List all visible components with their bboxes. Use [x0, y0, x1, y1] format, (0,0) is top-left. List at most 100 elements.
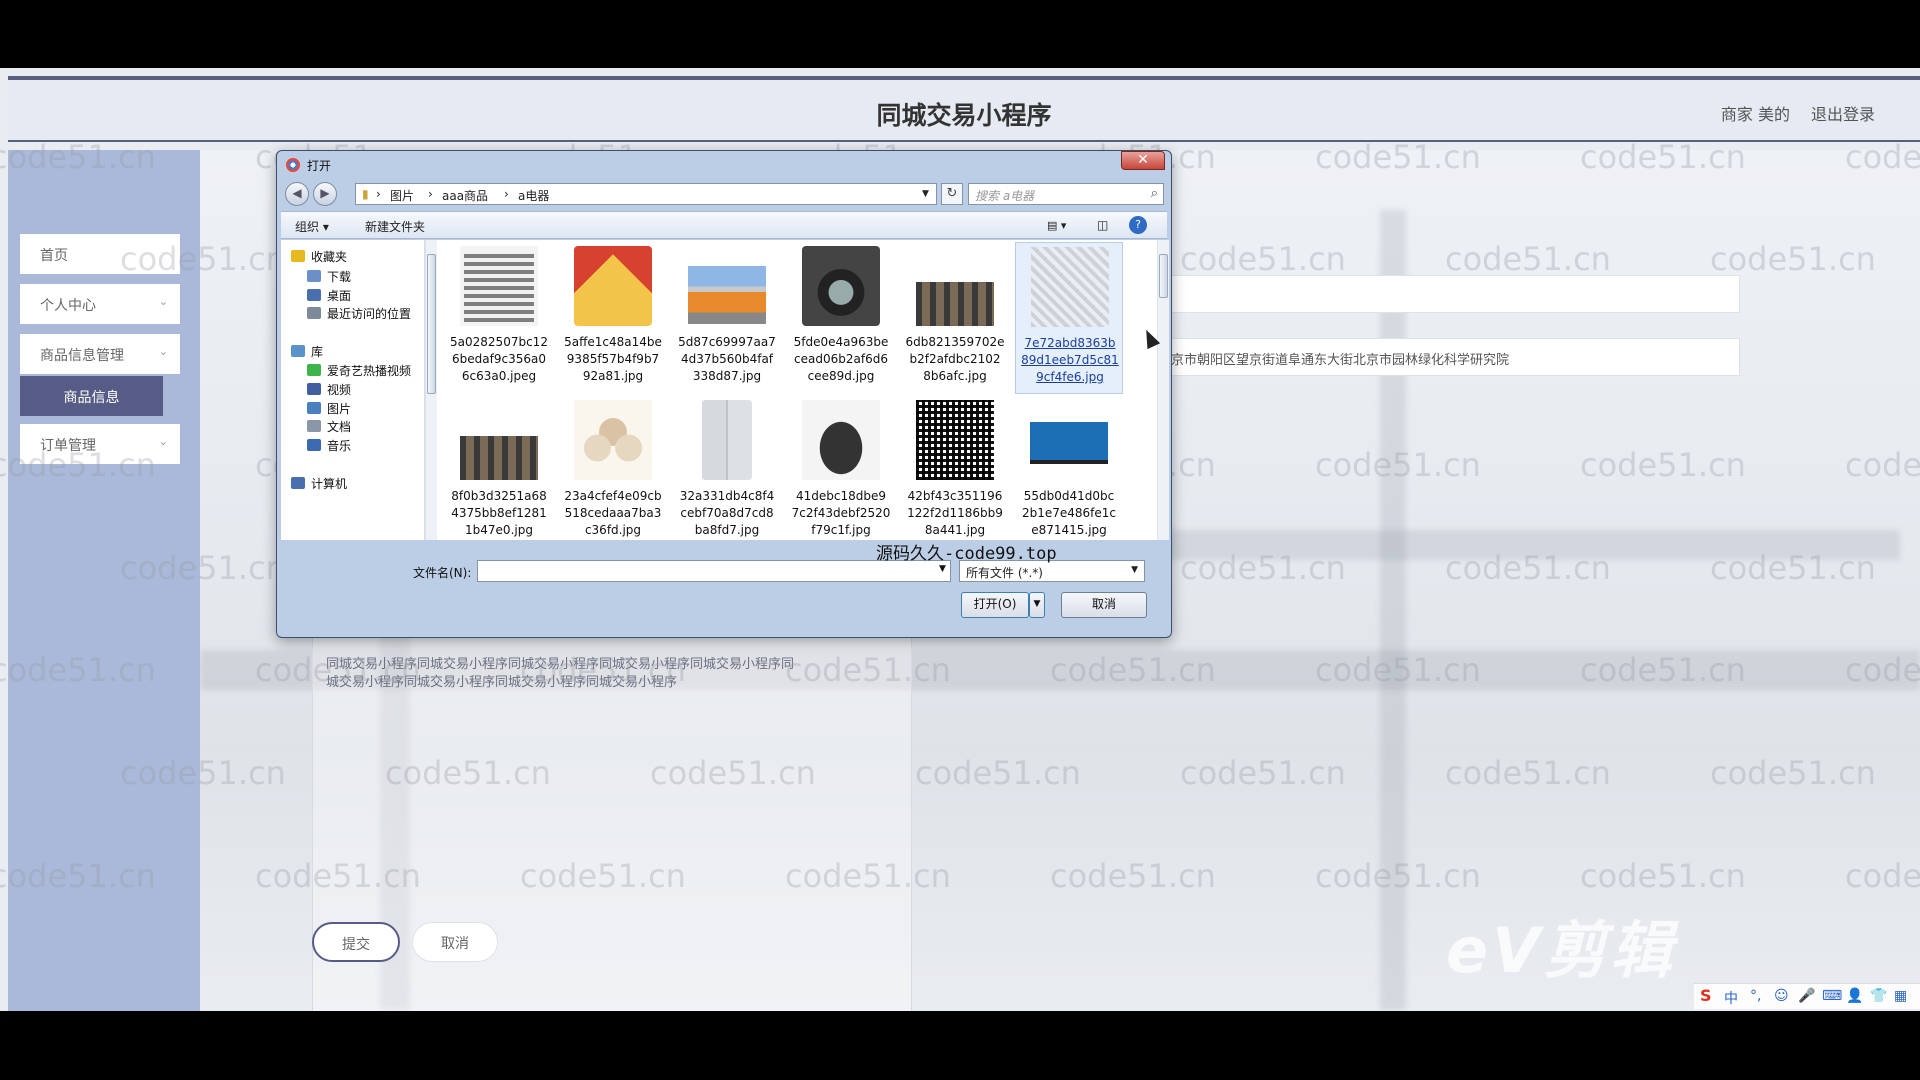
skin-icon[interactable]: 👕	[1870, 988, 1887, 1004]
toolbox-icon[interactable]: ▦	[1894, 988, 1907, 1004]
sidebar-item-label: 商品信息管理	[40, 348, 124, 364]
file-thumbnail	[688, 266, 766, 324]
navigation-scrollbar[interactable]	[425, 240, 437, 540]
file-item[interactable]: 32a331db4c8f4 cebf70a8d7cd8 ba8fd7.jpg	[673, 396, 781, 540]
address-field[interactable]: 京市朝阳区望京街道阜通东大街北京市园林绿化科学研究院	[1160, 338, 1740, 376]
search-input[interactable]: 搜索 a电器 ⌕	[968, 183, 1164, 205]
file-name-line: 6c63a0.jpeg	[461, 369, 537, 383]
merchant-user-label[interactable]: 商家 美的	[1721, 101, 1790, 125]
dialog-title: 打开	[307, 159, 332, 173]
file-item[interactable]: 6db821359702e b2f2afdbc2102 8b6afc.jpg	[901, 242, 1009, 394]
file-name-line: 6bedaf9c356a0	[452, 352, 546, 366]
nav-tree-item[interactable]: 收藏夹	[311, 248, 347, 265]
cancel-button[interactable]: 取消	[412, 922, 498, 962]
microphone-icon[interactable]: 🎤	[1798, 988, 1815, 1004]
file-name-line: 42bf43c351196	[907, 489, 1003, 503]
file-name: 42bf43c351196 122f2d1186bb9 8a441.jpg	[901, 488, 1009, 539]
help-icon[interactable]: ?	[1129, 216, 1147, 234]
file-item[interactable]: 5a0282507bc12 6bedaf9c356a0 6c63a0.jpeg	[445, 242, 553, 394]
sidebar-item-product-management[interactable]: 商品信息管理 ⌄	[20, 334, 180, 374]
file-item[interactable]: 41debc18dbe9 7c2f43debf2520 f79c1f.jpg	[787, 396, 895, 540]
sidebar-item-order-management[interactable]: 订单管理 ⌄	[20, 424, 180, 464]
back-button[interactable]: ◀	[285, 182, 309, 206]
sidebar-item-label: 个人中心	[40, 298, 96, 314]
form-text-field[interactable]	[1160, 275, 1740, 313]
file-thumbnail	[460, 436, 538, 480]
address-dropdown-icon[interactable]: ▼	[922, 189, 929, 199]
file-name: 55db0d41d0bc 2b1e7e486fe1c e871415.jpg	[1015, 488, 1123, 539]
screen: 同城交易小程序 商家 美的 退出登录 首页 个人中心 ⌄ 商品信息管理 ⌄ 商品信息…	[0, 0, 1920, 1080]
preview-pane-icon[interactable]: ◫	[1097, 218, 1108, 232]
breadcrumb-item[interactable]: 图片	[390, 187, 414, 204]
file-name-line: 518cedaaa7ba3	[564, 506, 662, 520]
nav-tree-item[interactable]: 文档	[327, 418, 351, 435]
keyboard-icon[interactable]: ⌨	[1822, 988, 1842, 1004]
overlay-source-text: 源码久久-code99.top	[876, 544, 1057, 564]
sidebar-item-product-info[interactable]: 商品信息	[20, 376, 163, 416]
nav-tree-item[interactable]: 桌面	[327, 287, 351, 304]
nav-tree-item[interactable]: 图片	[327, 400, 351, 417]
file-item[interactable]: 7e72abd8363b 89d1eeb7d5c81 9cf4fe6.jpg	[1015, 242, 1123, 394]
open-button[interactable]: 打开(O)	[961, 592, 1029, 618]
new-folder-button[interactable]: 新建文件夹	[365, 218, 425, 235]
computer-icon	[291, 477, 305, 489]
file-item[interactable]: 42bf43c351196 122f2d1186bb9 8a441.jpg	[901, 396, 1009, 540]
forward-button[interactable]: ▶	[313, 182, 337, 206]
file-name-line: 9385f57b4f9b7	[566, 352, 660, 366]
file-item[interactable]: 5affe1c48a14be 9385f57b4f9b7 92a81.jpg	[559, 242, 667, 394]
open-split-dropdown[interactable]: ▼	[1029, 592, 1045, 618]
submit-button[interactable]: 提交	[312, 922, 400, 962]
nav-tree-item[interactable]: 音乐	[327, 437, 351, 454]
nav-tree-item[interactable]: 下载	[327, 268, 351, 285]
filename-dropdown-icon[interactable]: ▼	[939, 564, 946, 574]
nav-tree-item[interactable]: 最近访问的位置	[327, 305, 411, 322]
file-item[interactable]: 55db0d41d0bc 2b1e7e486fe1c e871415.jpg	[1015, 396, 1123, 540]
breadcrumb-item[interactable]: a电器	[518, 187, 549, 204]
nav-tree-item[interactable]: 计算机	[311, 475, 347, 492]
logout-link[interactable]: 退出登录	[1811, 101, 1875, 125]
address-value: 京市朝阳区望京街道阜通东大街北京市园林绿化科学研究院	[1171, 353, 1510, 368]
file-open-dialog: 打开 ✕ ◀ ▶ ▮ › 图片 › aaa商品 › a电器 ▼ ↻ 搜索 a电器…	[276, 150, 1172, 638]
nav-tree-item[interactable]: 爱奇艺热播视频	[327, 362, 411, 379]
file-item[interactable]: 8f0b3d3251a68 4375bb8ef1281 1b47e0.jpg	[445, 396, 553, 540]
sidebar-item-personal-center[interactable]: 个人中心 ⌄	[20, 284, 180, 324]
punctuation-icon[interactable]: °,	[1750, 988, 1761, 1004]
breadcrumb-separator: ›	[504, 187, 509, 201]
breadcrumb-item[interactable]: aaa商品	[442, 187, 488, 204]
sidebar-item-label: 首页	[40, 248, 68, 264]
close-button[interactable]: ✕	[1121, 151, 1165, 170]
pictures-icon	[307, 402, 321, 414]
file-name-line: ba8fd7.jpg	[694, 523, 760, 537]
scrollbar-thumb[interactable]	[427, 254, 436, 394]
nav-tree-item[interactable]: 视频	[327, 381, 351, 398]
recent-places-icon	[307, 307, 321, 319]
organize-menu[interactable]: 组织 ▾	[295, 218, 329, 235]
iqiyi-icon	[307, 364, 321, 376]
file-name: 41debc18dbe9 7c2f43debf2520 f79c1f.jpg	[787, 488, 895, 539]
user-icon[interactable]: 👤	[1846, 988, 1863, 1004]
chevron-down-icon: ⌄	[158, 295, 168, 308]
app-header: 同城交易小程序 商家 美的 退出登录	[8, 76, 1920, 142]
file-name-line: 6db821359702e	[905, 335, 1005, 349]
search-placeholder: 搜索 a电器	[975, 189, 1035, 203]
dialog-cancel-button[interactable]: 取消	[1061, 592, 1147, 618]
sidebar-item-home[interactable]: 首页	[20, 234, 180, 274]
nav-tree-item[interactable]: 库	[311, 343, 323, 360]
ime-mode-indicator[interactable]: 中	[1724, 988, 1738, 1008]
search-icon: ⌕	[1150, 186, 1158, 201]
file-item[interactable]: 5d87c69997aa7 4d37b560b4faf 338d87.jpg	[673, 242, 781, 394]
filetype-value: 所有文件 (*.*)	[966, 566, 1043, 580]
file-item[interactable]: 5fde0e4a963be cead06b2af6d6 cee89d.jpg	[787, 242, 895, 394]
scrollbar-thumb[interactable]	[1159, 254, 1168, 298]
file-name-line: cee89d.jpg	[807, 369, 875, 383]
address-bar[interactable]: ▮ › 图片 › aaa商品 › a电器 ▼	[355, 183, 937, 205]
refresh-button[interactable]: ↻	[941, 183, 963, 205]
emoji-icon[interactable]: ☺	[1774, 988, 1789, 1004]
sogou-ime-icon[interactable]: S	[1700, 986, 1712, 1005]
file-name-line: 8b6afc.jpg	[923, 369, 987, 383]
file-list-scrollbar[interactable]	[1157, 240, 1169, 540]
file-item[interactable]: 23a4cfef4e09cb 518cedaaa7ba3 c36fd.jpg	[559, 396, 667, 540]
file-thumbnail	[460, 246, 538, 326]
breadcrumb-separator: ›	[376, 187, 381, 201]
view-options-icon[interactable]: ▤ ▾	[1047, 219, 1066, 232]
